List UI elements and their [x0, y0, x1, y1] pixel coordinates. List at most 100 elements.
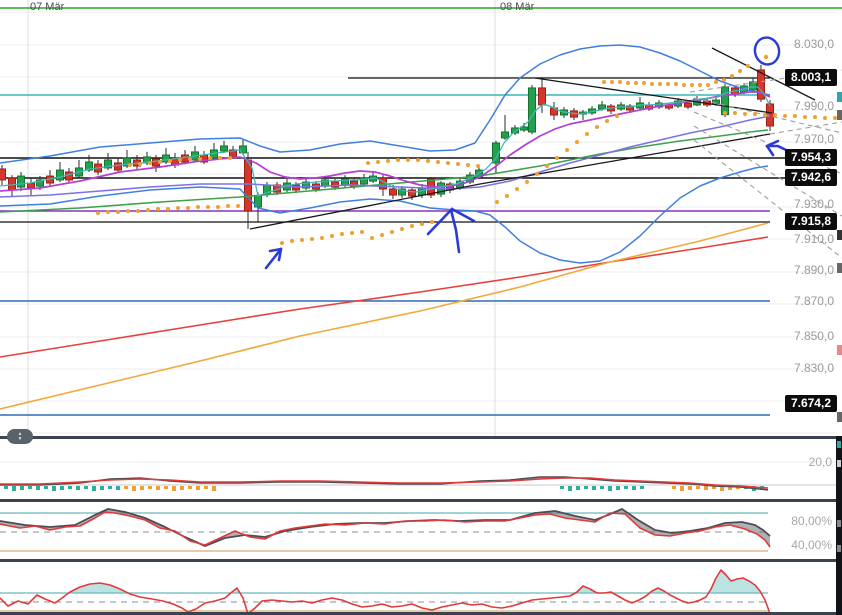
- sar-dot: [730, 74, 734, 78]
- sar-dot: [690, 83, 694, 87]
- macd-histogram-bar: [680, 486, 684, 491]
- macd-histogram-bar: [76, 486, 80, 490]
- sar-dot: [228, 156, 232, 160]
- macd-histogram-bar: [132, 486, 136, 491]
- macd-histogram-bar: [124, 486, 128, 489]
- hand-arrow-2-stem[interactable]: [449, 208, 461, 254]
- price-axis-label: 7.910,0: [793, 232, 834, 246]
- sar-dot: [116, 210, 120, 214]
- sar-dot: [126, 209, 130, 213]
- candle-down: [389, 188, 397, 196]
- sar-dot: [535, 172, 539, 176]
- candle-down: [244, 159, 252, 212]
- sar-dot: [386, 159, 390, 163]
- sar-dot: [753, 112, 757, 116]
- sar-dot: [380, 233, 384, 237]
- candle-up: [501, 131, 509, 139]
- sar-dot: [813, 115, 817, 119]
- trading-chart-surface: 07 Mär 08 Mär 8.030,0 7.990,0 7.970,0 7.930…: [0, 0, 842, 615]
- macd-histogram-bar: [52, 486, 56, 491]
- sar-dot: [746, 64, 750, 68]
- strip-tick: [837, 545, 841, 552]
- sar-dot: [615, 114, 619, 118]
- sar-dot: [310, 237, 314, 241]
- sar-dot: [763, 113, 767, 117]
- sar-dot: [148, 161, 152, 165]
- sar-dot: [723, 111, 727, 115]
- axis-edge-mark: [837, 345, 842, 355]
- macd-histogram-bar: [12, 486, 16, 491]
- price-badge: 7.915,8: [784, 213, 837, 230]
- price-badge: 7.942,6: [784, 169, 837, 186]
- panel-resize-handle[interactable]: ▲ ▼: [7, 429, 33, 444]
- candle-down: [538, 87, 546, 106]
- axis-edge-mark: [837, 263, 842, 273]
- panel-separator[interactable]: [0, 559, 842, 562]
- price-axis-label: 7.890,0: [793, 263, 834, 277]
- macd-histogram-bar: [704, 486, 708, 490]
- sar-dot: [138, 162, 142, 166]
- sar-dot: [366, 161, 370, 165]
- sar-dot: [456, 162, 460, 166]
- candle-up: [598, 104, 606, 110]
- sar-dot: [236, 204, 240, 208]
- sar-dot: [666, 82, 670, 86]
- panel-separator[interactable]: [0, 499, 842, 502]
- sar-dot: [426, 159, 430, 163]
- sar-dot: [738, 69, 742, 73]
- sar-dot: [585, 132, 589, 136]
- long-orange-ma: [0, 222, 769, 410]
- macd-histogram-bar: [100, 486, 104, 490]
- macd-histogram-bar: [180, 486, 184, 490]
- sar-dot: [555, 156, 559, 160]
- macd-histogram-bar: [688, 486, 692, 490]
- indicator-axis-label: 40,00%: [791, 538, 832, 552]
- panel-separator[interactable]: [0, 436, 842, 439]
- macd-histogram-bar: [568, 486, 572, 491]
- sar-dot: [186, 206, 190, 210]
- macd-histogram-bar: [576, 486, 580, 490]
- sar-dot: [773, 113, 777, 117]
- macd-histogram-bar: [584, 486, 588, 489]
- sar-dot: [376, 160, 380, 164]
- sar-dot: [420, 222, 424, 226]
- sar-dot: [158, 160, 162, 164]
- osc-overbought-fill: [0, 570, 770, 593]
- chart-canvas: [0, 0, 842, 615]
- hand-arrow-3-head-b[interactable]: [765, 144, 775, 157]
- sar-dot: [525, 180, 529, 184]
- candle-down: [65, 171, 73, 181]
- sar-dot: [575, 140, 579, 144]
- price-axis-label: 7.990,0: [793, 99, 834, 113]
- macd-histogram-bar: [616, 486, 620, 490]
- strip-tick: [837, 460, 841, 467]
- candle-down: [0, 168, 6, 181]
- price-badge: 7.954,3: [784, 149, 837, 166]
- sar-dot: [682, 83, 686, 87]
- sar-dot: [406, 158, 410, 162]
- hand-circle[interactable]: [752, 35, 781, 66]
- sar-dot: [505, 194, 509, 198]
- sar-dot: [446, 161, 450, 165]
- macd-histogram-bar: [640, 486, 644, 489]
- macd-histogram-bar: [188, 486, 192, 489]
- sar-dot: [658, 82, 662, 86]
- macd-histogram-bar: [20, 486, 24, 490]
- axis-edge-mark: [837, 230, 842, 240]
- sar-dot: [410, 224, 414, 228]
- sar-dot: [350, 231, 354, 235]
- sar-dot: [300, 238, 304, 242]
- candle-up: [528, 87, 536, 133]
- sar-dot: [280, 241, 284, 245]
- macd-histogram-bar: [68, 486, 72, 489]
- macd-histogram-bar: [600, 486, 604, 489]
- sar-dot: [136, 209, 140, 213]
- macd-histogram-bar: [28, 486, 32, 489]
- axis-edge-mark: [837, 92, 842, 102]
- candle-up: [56, 169, 64, 181]
- macd-histogram-bar: [696, 486, 700, 489]
- macd-histogram-bar: [560, 486, 564, 489]
- long-red-ma: [0, 236, 769, 358]
- macd-histogram-bar: [36, 486, 40, 490]
- macd-histogram-bar: [204, 486, 208, 489]
